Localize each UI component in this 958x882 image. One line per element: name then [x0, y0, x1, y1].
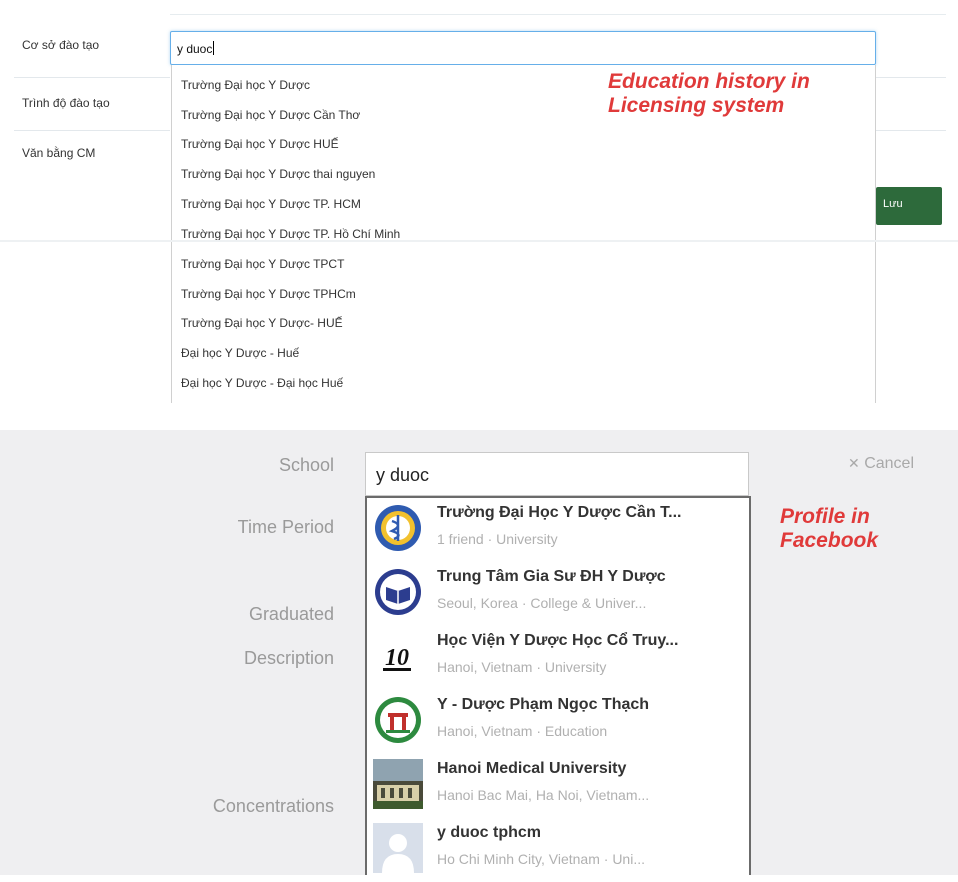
suggestion-item[interactable]: Đại học Y Dược - Huế — [181, 346, 299, 360]
annotation-line: Licensing system — [608, 94, 785, 117]
school-input[interactable]: y duoc — [365, 452, 749, 496]
institution-label: Cơ sở đào tạo — [22, 38, 100, 52]
annotation-line: Facebook — [780, 529, 879, 552]
annotation-line: Profile in — [780, 505, 870, 528]
result-title: Trung Tâm Gia Sư ĐH Y Dược — [437, 568, 666, 585]
save-button[interactable]: Lưu — [876, 187, 942, 225]
result-item[interactable]: 10 Học Viện Y Dược Học Cổ Truy... Hanoi,… — [367, 626, 749, 690]
institution-input[interactable]: y duoc — [170, 31, 876, 65]
caduceus-seal-icon — [373, 503, 423, 553]
building-photo-icon — [373, 759, 423, 809]
result-item[interactable]: Y - Dược Phạm Ngọc Thạch Hanoi, Vietnam … — [367, 690, 749, 754]
result-title: Trường Đại Học Y Dược Cần T... — [437, 504, 682, 521]
degree-label: Văn bằng CM — [22, 146, 96, 160]
default-profile-icon — [373, 823, 423, 873]
facebook-annotation: Profile in Facebook — [780, 505, 878, 553]
school-results-dropdown: Trường Đại Học Y Dược Cần T... 1 friend … — [365, 496, 751, 875]
graduated-label: Graduated — [248, 604, 334, 624]
level-label: Trình độ đào tạo — [22, 96, 110, 110]
close-icon: ✕ — [848, 455, 860, 471]
licensing-annotation: Education history in Licensing system — [608, 70, 810, 118]
result-title: Học Viện Y Dược Học Cổ Truy... — [437, 632, 679, 649]
school-input-value: y duoc — [376, 465, 430, 485]
top-divider — [170, 14, 946, 15]
cancel-button[interactable]: ✕ Cancel — [848, 455, 914, 473]
row-divider — [14, 77, 170, 78]
gate-seal-icon — [373, 695, 423, 745]
result-subtitle: 1 friend · University — [437, 531, 558, 547]
svg-text:10: 10 — [385, 645, 409, 671]
result-subtitle: Hanoi, Vietnam · Education — [437, 723, 608, 739]
result-subtitle: Ho Chi Minh City, Vietnam · Uni... — [437, 851, 645, 867]
annotation-line: Education history in — [608, 70, 810, 93]
suggestion-item[interactable]: Trường Đại học Y Dược TP. Hồ Chí Minh — [181, 227, 400, 241]
suggestion-item[interactable]: Trường Đại học Y Dược thai nguyen — [181, 167, 375, 181]
result-item[interactable]: Trường Đại Học Y Dược Cần T... 1 friend … — [367, 498, 749, 562]
book-seal-icon — [373, 567, 423, 617]
suggestion-item[interactable]: Trường Đại học Y Dược TPHCm — [181, 287, 356, 301]
result-subtitle: Hanoi Bac Mai, Ha Noi, Vietnam... — [437, 787, 650, 803]
suggestion-item[interactable]: Trường Đại học Y Dược TPCT — [181, 257, 344, 271]
institution-input-value: y duoc — [177, 41, 215, 56]
result-title: Hanoi Medical University — [437, 760, 627, 777]
result-subtitle: Seoul, Korea · College & Univer... — [437, 595, 647, 611]
suggestion-item[interactable]: Trường Đại học Y Dược TP. HCM — [181, 197, 361, 211]
result-item[interactable]: Hanoi Medical University Hanoi Bac Mai, … — [367, 754, 749, 818]
result-item[interactable]: Trung Tâm Gia Sư ĐH Y Dược Seoul, Korea … — [367, 562, 749, 626]
suggestion-item[interactable]: Trường Đại học Y Dược — [181, 78, 310, 92]
result-item[interactable]: y duoc tphcm Ho Chi Minh City, Vietnam ·… — [367, 818, 749, 882]
description-label: Description — [243, 648, 334, 668]
result-title: y duoc tphcm — [437, 824, 542, 841]
concentrations-label: Concentrations — [212, 796, 334, 816]
suggestion-item[interactable]: Trường Đại học Y Dược- HUẾ — [181, 316, 343, 330]
section-divider — [0, 240, 958, 242]
row-divider — [14, 130, 170, 131]
suggestion-item[interactable]: Trường Đại học Y Dược Cần Thơ — [181, 108, 360, 122]
row-divider — [876, 77, 946, 78]
row-divider — [876, 130, 946, 131]
time-period-label: Time Period — [237, 517, 334, 537]
suggestion-item[interactable]: Đại học Y Dược - Đại học Huế — [181, 376, 343, 390]
result-title: Y - Dược Phạm Ngọc Thạch — [437, 696, 650, 713]
ten-logo-icon: 10 — [373, 631, 423, 681]
suggestion-item[interactable]: Trường Đại học Y Dược HUẾ — [181, 137, 339, 151]
cancel-label: Cancel — [864, 455, 914, 472]
school-label: School — [278, 455, 334, 475]
result-subtitle: Hanoi, Vietnam · University — [437, 659, 607, 675]
